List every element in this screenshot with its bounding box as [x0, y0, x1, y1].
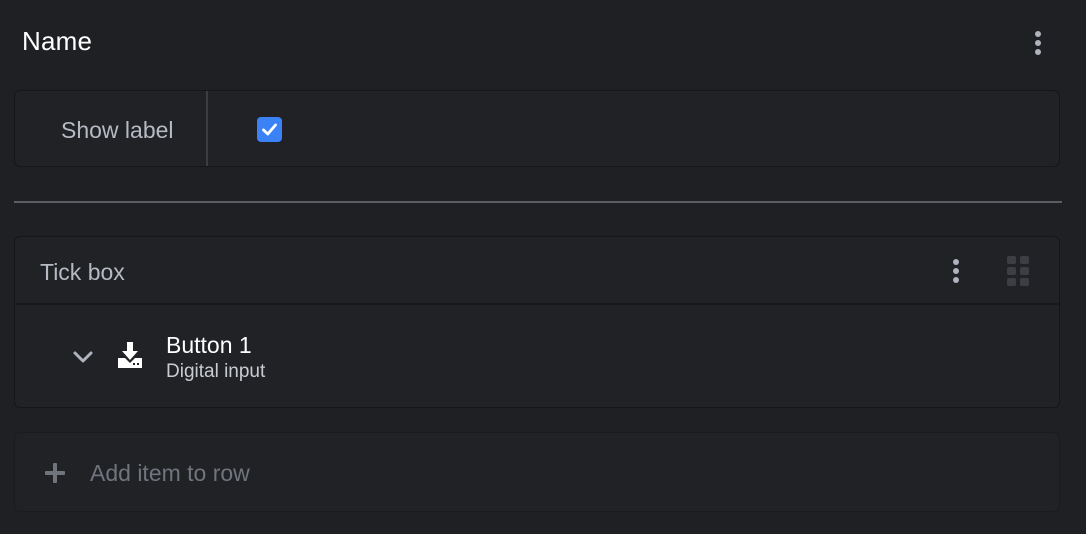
checkmark-icon — [262, 123, 277, 136]
show-label-row: Show label — [14, 90, 1060, 167]
drag-handle-icon[interactable] — [1007, 256, 1029, 286]
add-item-button[interactable]: Add item to row — [14, 432, 1060, 512]
more-options-icon[interactable] — [1028, 28, 1048, 58]
row-settings-panel: Name Show label Tick box Button 1 Digita… — [0, 0, 1086, 534]
section-divider — [14, 201, 1062, 203]
column-divider — [206, 91, 208, 166]
panel-title: Name — [22, 26, 93, 56]
tick-box-title: Tick box — [40, 259, 125, 285]
download-tray-icon — [118, 342, 142, 368]
chevron-down-icon[interactable] — [71, 345, 95, 369]
item-name: Button 1 — [166, 332, 252, 358]
item-type: Digital input — [166, 361, 266, 382]
panel-header: Name — [0, 0, 1086, 84]
show-label-text: Show label — [61, 117, 174, 143]
tick-box-group: Tick box Button 1 Digital input — [14, 236, 1060, 408]
plus-icon — [45, 463, 65, 483]
list-item[interactable]: Button 1 Digital input — [15, 305, 1059, 407]
add-item-label: Add item to row — [90, 460, 250, 486]
tick-box-header: Tick box — [15, 237, 1059, 305]
tick-box-options-icon[interactable] — [946, 256, 966, 286]
show-label-checkbox[interactable] — [257, 117, 282, 142]
